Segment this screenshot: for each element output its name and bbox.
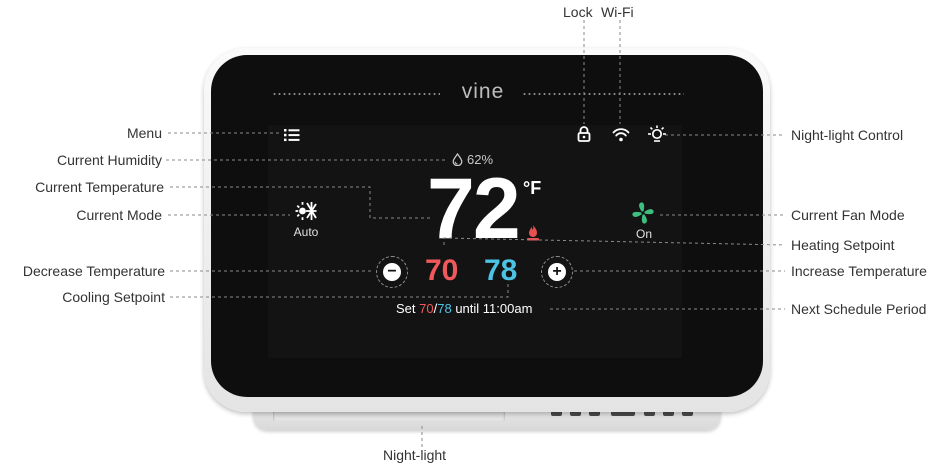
callout-next-schedule-period: Next Schedule Period	[791, 301, 927, 317]
callout-lock: Lock	[563, 4, 593, 20]
leader-lines	[166, 20, 786, 447]
callout-decrease-temperature: Decrease Temperature	[22, 263, 165, 279]
callout-heating-setpoint: Heating Setpoint	[791, 237, 895, 253]
callout-current-humidity: Current Humidity	[56, 152, 162, 168]
callout-cooling-setpoint: Cooling Setpoint	[62, 289, 165, 305]
callout-increase-temperature: Increase Temperature	[791, 263, 927, 279]
callout-current-temperature: Current Temperature	[35, 179, 164, 195]
callout-wifi: Wi-Fi	[601, 4, 634, 20]
callout-current-mode: Current Mode	[76, 207, 162, 223]
diagram: vine 62% 72 °F Auto On − 70 78 + Set 70/…	[0, 0, 942, 465]
callout-current-fan-mode: Current Fan Mode	[791, 207, 905, 223]
callout-night-light: Night-light	[383, 447, 447, 463]
callout-menu: Menu	[126, 125, 162, 141]
callout-night-light-control: Night-light Control	[791, 127, 904, 143]
